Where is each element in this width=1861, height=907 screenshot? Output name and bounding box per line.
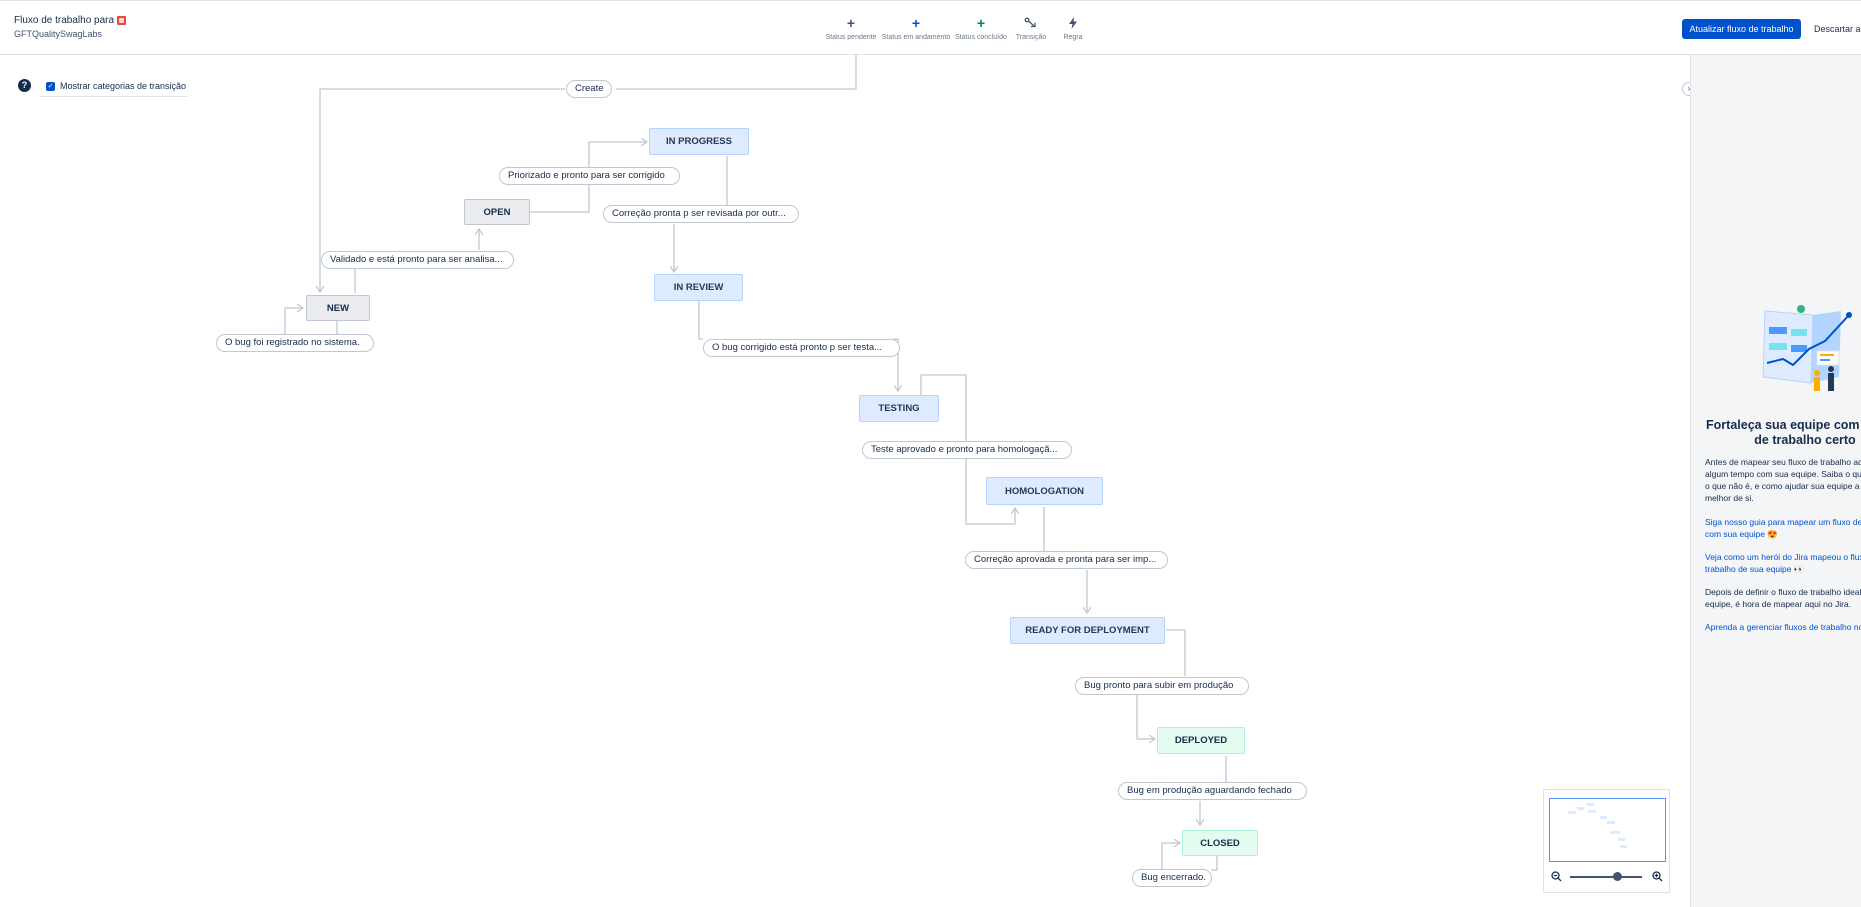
status-testing[interactable]: TESTING	[859, 395, 939, 422]
panel-title: Fortaleça sua equipe com o fluxo de trab…	[1706, 418, 1861, 447]
discard-button[interactable]: Descartar al	[1814, 19, 1861, 39]
panel-text-next-step: Depois de definir o fluxo de trabalho id…	[1705, 587, 1861, 609]
transition-create[interactable]: Create	[566, 80, 612, 98]
minimap-node	[1588, 810, 1596, 813]
help-icon[interactable]: ?	[18, 79, 31, 92]
connector	[1211, 855, 1218, 871]
minimap-node	[1607, 821, 1615, 824]
transition-bug-pronto-producao[interactable]: Bug pronto para subir em produção	[1075, 677, 1249, 695]
status-deployed[interactable]: DEPLOYED	[1157, 727, 1245, 754]
panel-intro: Antes de mapear seu fluxo de trabalho aq…	[1705, 457, 1861, 503]
connector	[616, 55, 857, 90]
manage-workflows-link[interactable]: Aprenda a gerenciar fluxos de trabalho n…	[1705, 621, 1861, 633]
status-homologation[interactable]: HOMOLOGATION	[986, 477, 1103, 505]
minimap-node	[1586, 803, 1594, 806]
connector	[698, 300, 703, 340]
transition-teste-aprovado[interactable]: Teste aprovado e pronto para homologaçã.…	[862, 441, 1072, 459]
minimap[interactable]	[1543, 789, 1670, 893]
jira-hero-link[interactable]: Veja como um herói do Jira mapeou o flux…	[1705, 551, 1861, 575]
zoom-controls	[1550, 871, 1664, 883]
status-in-review[interactable]: IN REVIEW	[654, 274, 743, 301]
minimap-node	[1568, 811, 1576, 814]
connector	[530, 184, 590, 213]
transition-bug-corrigido[interactable]: O bug corrigido está pronto p ser testa.…	[703, 339, 900, 357]
minimap-node	[1600, 816, 1607, 819]
transition-correcao-pronta[interactable]: Correção pronta p ser revisada por outr.…	[603, 205, 799, 223]
status-new[interactable]: NEW	[306, 295, 370, 321]
status-open[interactable]: OPEN	[464, 199, 530, 225]
connector	[1166, 629, 1186, 676]
connector	[1161, 843, 1180, 869]
workflow-connectors	[284, 55, 1227, 871]
transition-priorizado[interactable]: Priorizado e pronto para ser corrigido	[499, 167, 680, 185]
checkbox-checked-icon[interactable]: ✓	[46, 81, 55, 91]
zoom-in-icon[interactable]	[1651, 871, 1663, 883]
minimap-node	[1577, 807, 1584, 810]
status-in-progress[interactable]: IN PROGRESS	[649, 128, 749, 155]
minimap-node	[1618, 838, 1625, 841]
guide-link[interactable]: Siga nosso guia para mapear um fluxo de …	[1705, 516, 1861, 540]
team-illustration	[1762, 305, 1852, 391]
toggle-label: Mostrar categorias de transição	[60, 81, 187, 91]
workflow-tips-panel: Fortaleça sua equipe com o fluxo de trab…	[1690, 55, 1861, 907]
zoom-slider-handle[interactable]	[1613, 872, 1622, 881]
minimap-node	[1620, 845, 1627, 848]
minimap-viewport[interactable]	[1549, 798, 1666, 862]
status-closed[interactable]: CLOSED	[1182, 830, 1258, 856]
status-ready-for-deployment[interactable]: READY FOR DEPLOYMENT	[1010, 617, 1165, 644]
zoom-out-icon[interactable]	[1550, 871, 1562, 883]
connector	[284, 308, 303, 334]
transition-bug-em-producao[interactable]: Bug em produção aguardando fechado	[1118, 782, 1307, 800]
show-transition-categories-toggle[interactable]: ✓ Mostrar categorias de transição	[40, 76, 187, 97]
connector	[588, 142, 647, 167]
transition-bug-encerrado[interactable]: Bug encerrado.	[1132, 869, 1212, 887]
update-workflow-button[interactable]: Atualizar fluxo de trabalho	[1682, 19, 1801, 39]
transition-bug-registrado[interactable]: O bug foi registrado no sistema.	[216, 334, 374, 352]
connector	[1136, 694, 1155, 739]
zoom-slider-track[interactable]	[1570, 876, 1642, 878]
transition-correcao-aprovada[interactable]: Correção aprovada e pronta para ser imp.…	[965, 551, 1168, 569]
minimap-node	[1610, 831, 1620, 834]
transition-validado[interactable]: Validado e está pronto para ser analisa.…	[321, 251, 514, 269]
